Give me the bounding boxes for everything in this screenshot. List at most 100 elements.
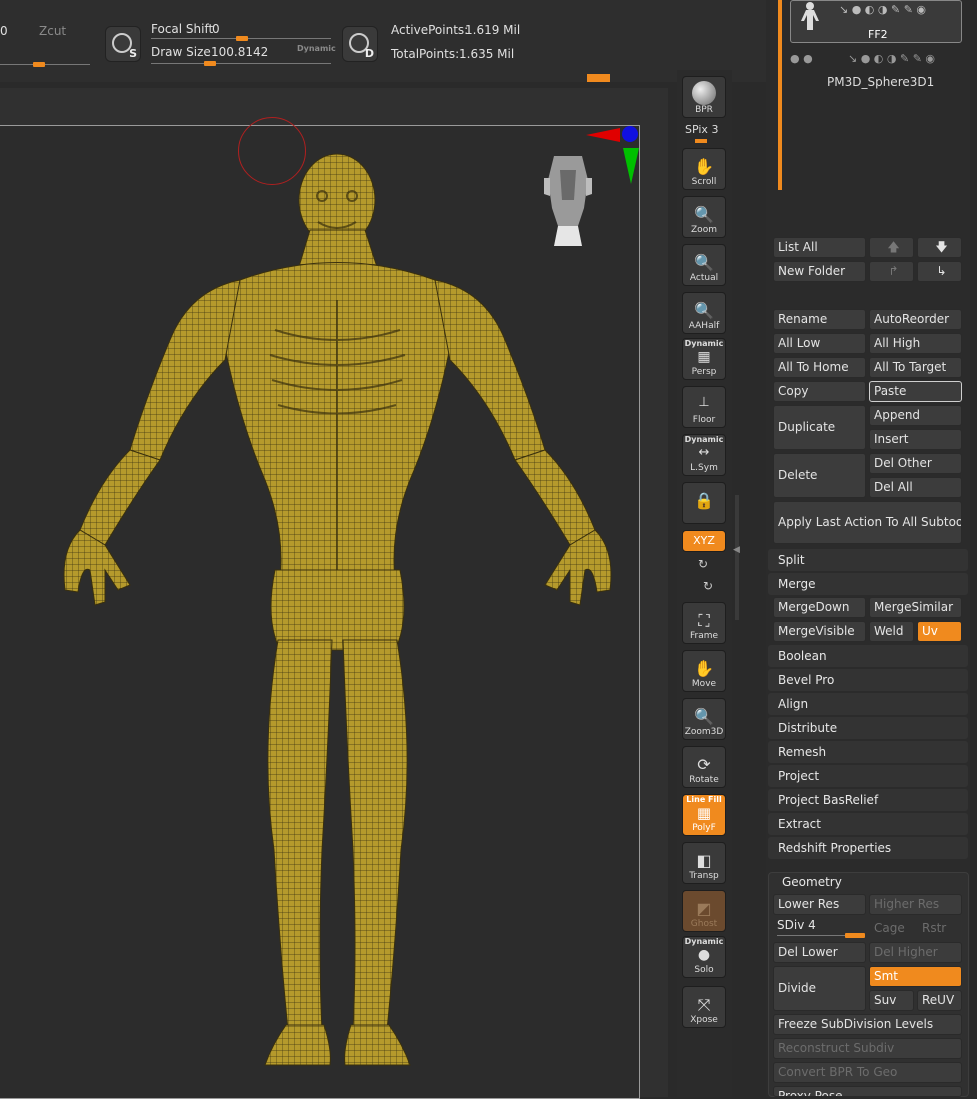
dynamic-label[interactable]: Dynamic (297, 44, 336, 53)
reuv-button[interactable]: ReUV (917, 990, 962, 1011)
higher-res-button[interactable]: Higher Res (869, 894, 962, 915)
del-lower-button[interactable]: Del Lower (773, 942, 866, 963)
subtool-visibility-icons[interactable]: ↘ ● ◐ ◑ ✎ ✎ ◉ (848, 52, 935, 65)
uv-button[interactable]: Uv (917, 621, 962, 642)
collapse-arrow-icon[interactable]: ◀ (733, 545, 740, 555)
merge-section-header[interactable]: Merge (768, 573, 968, 595)
list-all-button[interactable]: List All (773, 237, 866, 258)
divide-button[interactable]: Divide (773, 966, 866, 1011)
proxy-pose-button[interactable]: Proxy Pose (773, 1086, 962, 1097)
ghost-button[interactable]: ◩ Ghost (682, 890, 726, 932)
transp-button[interactable]: ◧ Transp (682, 842, 726, 884)
all-to-home-button[interactable]: All To Home (773, 357, 866, 378)
draw-size-knob[interactable] (204, 61, 216, 66)
subtool-toggle-icons[interactable]: ↘ ● ◐ ◑ ✎ ✎ ◉ (839, 3, 926, 16)
weld-button[interactable]: Weld (869, 621, 914, 642)
solo-button[interactable]: Dynamic ● Solo (682, 936, 726, 978)
rstr-button[interactable]: Rstr (917, 918, 962, 939)
xpose-button[interactable]: ⤧ Xpose (682, 986, 726, 1028)
suv-button[interactable]: Suv (869, 990, 914, 1011)
remesh-section-header[interactable]: Remesh (768, 741, 968, 763)
bevel-pro-section-header[interactable]: Bevel Pro (768, 669, 968, 691)
append-button[interactable]: Append (869, 405, 962, 426)
freeze-subdivision-button[interactable]: Freeze SubDivision Levels (773, 1014, 962, 1035)
delete-button[interactable]: Delete (773, 453, 866, 498)
xyz-button[interactable]: XYZ (682, 530, 726, 552)
subtool-item-name[interactable]: PM3D_Sphere3D1 (827, 75, 934, 89)
autoreorder-button[interactable]: AutoReorder (869, 309, 962, 330)
draw-size-value[interactable]: 100.8142 (211, 45, 268, 59)
palette-orange-marker[interactable] (587, 74, 610, 82)
rotate-button[interactable]: ⟳ Rotate (682, 746, 726, 788)
subtool-toggle-icons-2[interactable]: ● ● (790, 52, 813, 65)
draw-size-track[interactable] (151, 63, 331, 64)
spix-slider-knob[interactable] (695, 139, 707, 143)
paste-button[interactable]: Paste (869, 381, 962, 402)
project-section-header[interactable]: Project (768, 765, 968, 787)
draw-size-label[interactable]: Draw Size (151, 45, 211, 59)
prev-slider-track[interactable] (0, 64, 90, 65)
rename-button[interactable]: Rename (773, 309, 866, 330)
move-up-button[interactable]: 🡅 (869, 237, 914, 258)
copy-button[interactable]: Copy (773, 381, 866, 402)
project-basrelief-section-header[interactable]: Project BasRelief (768, 789, 968, 811)
move-down-button[interactable]: 🡇 (917, 237, 962, 258)
brush-s-button[interactable]: S (105, 26, 141, 62)
aahalf-button[interactable]: 🔍 AAHalf (682, 292, 726, 334)
split-section-header[interactable]: Split (768, 549, 968, 571)
all-low-button[interactable]: All Low (773, 333, 866, 354)
zcut-label[interactable]: Zcut (39, 24, 66, 38)
smt-button[interactable]: Smt (869, 966, 962, 987)
mergesimilar-button[interactable]: MergeSimilar (869, 597, 962, 618)
duplicate-button[interactable]: Duplicate (773, 405, 866, 450)
sdiv-slider[interactable]: SDiv 4 (777, 918, 816, 932)
persp-button[interactable]: Dynamic ▦ Persp (682, 338, 726, 380)
align-section-header[interactable]: Align (768, 693, 968, 715)
sdiv-knob[interactable] (845, 933, 865, 938)
mergedown-button[interactable]: MergeDown (773, 597, 866, 618)
actual-button[interactable]: 🔍 Actual (682, 244, 726, 286)
extract-section-header[interactable]: Extract (768, 813, 968, 835)
brush-d-button[interactable]: D (342, 26, 378, 62)
lower-res-button[interactable]: Lower Res (773, 894, 866, 915)
focal-shift-knob[interactable] (236, 36, 248, 41)
spix-control[interactable]: SPix 3 (685, 123, 718, 136)
new-folder-button[interactable]: New Folder (773, 261, 866, 282)
zoom-button[interactable]: 🔍 Zoom (682, 196, 726, 238)
del-all-button[interactable]: Del All (869, 477, 962, 498)
del-higher-button[interactable]: Del Higher (869, 942, 962, 963)
prev-slider-knob[interactable] (33, 62, 45, 67)
geometry-title[interactable]: Geometry (782, 875, 842, 889)
folder-arrow-icon[interactable]: ↱ (869, 261, 914, 282)
all-to-target-button[interactable]: All To Target (869, 357, 962, 378)
convert-bpr-button[interactable]: Convert BPR To Geo (773, 1062, 962, 1083)
folder-down-arrow-icon[interactable]: ↳ (917, 261, 962, 282)
apply-last-action-button[interactable]: Apply Last Action To All Subtools (773, 501, 962, 544)
zoom3d-button[interactable]: 🔍 Zoom3D (682, 698, 726, 740)
cage-button[interactable]: Cage (869, 918, 914, 939)
lsym-button[interactable]: Dynamic ↔ L.Sym (682, 434, 726, 476)
insert-button[interactable]: Insert (869, 429, 962, 450)
reconstruct-subdiv-button[interactable]: Reconstruct Subdiv (773, 1038, 962, 1059)
sculpt-model-figure[interactable] (60, 150, 620, 1070)
del-other-button[interactable]: Del Other (869, 453, 962, 474)
scroll-button[interactable]: ✋ Scroll (682, 148, 726, 190)
bpr-button[interactable]: BPR (682, 76, 726, 118)
focal-shift-label[interactable]: Focal Shift (151, 22, 213, 36)
polyf-button[interactable]: Line Fill ▦ PolyF (682, 794, 726, 836)
lock-button[interactable]: 🔒 (682, 482, 726, 524)
redshift-properties-section-header[interactable]: Redshift Properties (768, 837, 968, 859)
rotate-z-icon[interactable]: ↻ (703, 579, 713, 593)
focal-shift-value[interactable]: 0 (212, 22, 220, 36)
distribute-section-header[interactable]: Distribute (768, 717, 968, 739)
subtool-list-scrollbar[interactable] (778, 0, 782, 190)
frame-button[interactable]: ⛶ Frame (682, 602, 726, 644)
boolean-section-header[interactable]: Boolean (768, 645, 968, 667)
move-button[interactable]: ✋ Move (682, 650, 726, 692)
shelf-scrollbar[interactable] (735, 495, 739, 620)
mergevisible-button[interactable]: MergeVisible (773, 621, 866, 642)
subtool-item-selected[interactable]: ↘ ● ◐ ◑ ✎ ✎ ◉ FF2 (790, 0, 962, 43)
all-high-button[interactable]: All High (869, 333, 962, 354)
floor-button[interactable]: ⊥ Floor (682, 386, 726, 428)
rotate-y-icon[interactable]: ↻ (698, 557, 708, 571)
